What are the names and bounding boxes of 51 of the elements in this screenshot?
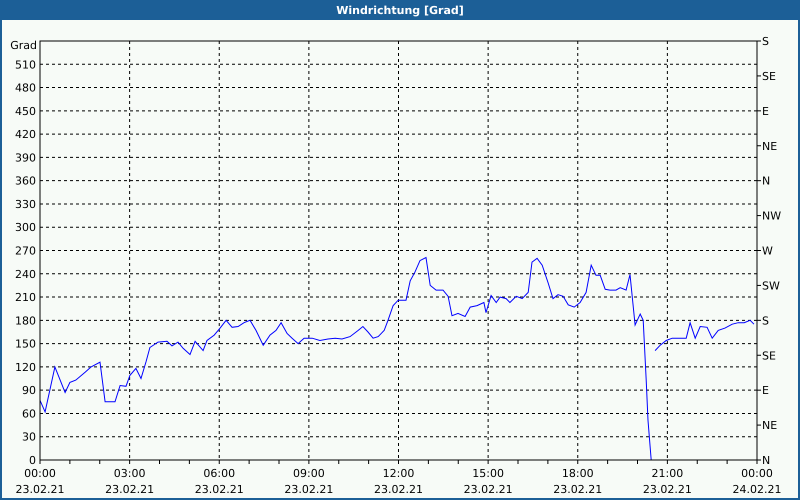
compass-tick-label: S xyxy=(762,35,769,48)
x-tick-label: 21:00 xyxy=(652,467,684,480)
compass-tick-label: E xyxy=(762,104,769,118)
x-tick-date: 23.02.21 xyxy=(374,483,423,496)
compass-tick-label: NE xyxy=(762,140,778,153)
compass-tick-label: S xyxy=(762,314,769,328)
y-tick-label: 60 xyxy=(22,407,36,420)
y-tick-label: 180 xyxy=(15,314,36,328)
x-tick-date: 23.02.21 xyxy=(105,483,154,496)
y-tick-label: 210 xyxy=(15,291,36,304)
y-tick-label: 300 xyxy=(15,221,36,234)
y-axis-label: Grad xyxy=(10,39,37,52)
x-tick-label: 18:00 xyxy=(562,467,594,480)
y-tick-label: 120 xyxy=(15,360,36,374)
y-tick-label: 270 xyxy=(15,244,36,258)
y-tick-label: 150 xyxy=(15,338,36,351)
compass-tick-label: W xyxy=(762,244,773,258)
y-tick-label: 480 xyxy=(15,82,36,95)
y-tick-label: 420 xyxy=(15,128,36,142)
compass-tick-label: N xyxy=(762,174,770,188)
compass-tick-label: NE xyxy=(762,419,778,432)
compass-tick-label: SE xyxy=(762,70,776,83)
window-title: Windrichtung [Grad] xyxy=(2,2,798,20)
compass-tick-label: E xyxy=(762,384,769,398)
y-tick-label: 450 xyxy=(15,104,36,118)
x-tick-date: 23.02.21 xyxy=(553,483,602,496)
y-tick-label: 30 xyxy=(22,430,36,444)
x-tick-date: 23.02.21 xyxy=(194,483,244,496)
x-tick-date: 24.02.21 xyxy=(732,483,782,496)
y-tick-label: 90 xyxy=(22,384,36,398)
x-tick-label: 12:00 xyxy=(382,467,414,480)
y-tick-label: 240 xyxy=(15,268,36,281)
x-tick-date: 23.02.21 xyxy=(284,483,334,496)
x-tick-label: 03:00 xyxy=(114,467,146,480)
y-tick-label: 330 xyxy=(15,198,36,211)
compass-tick-label: N xyxy=(762,454,770,467)
x-tick-date: 23.02.21 xyxy=(464,483,513,496)
y-tick-label: 360 xyxy=(15,174,36,188)
y-tick-label: 390 xyxy=(15,151,36,164)
x-tick-date: 23.02.21 xyxy=(642,483,692,496)
y-tick-label: 0 xyxy=(29,454,36,467)
compass-tick-label: SE xyxy=(762,349,776,362)
x-tick-label: 09:00 xyxy=(293,467,325,480)
x-tick-label: 06:00 xyxy=(203,467,236,480)
compass-tick-label: SW xyxy=(762,279,780,292)
compass-tick-label: NW xyxy=(762,210,782,223)
x-tick-label: 15:00 xyxy=(472,467,504,480)
x-tick-label: 00:00 xyxy=(741,467,773,480)
x-tick-label: 00:00 xyxy=(24,467,56,480)
x-tick-date: 23.02.21 xyxy=(16,483,64,496)
y-tick-label: 510 xyxy=(15,58,36,72)
